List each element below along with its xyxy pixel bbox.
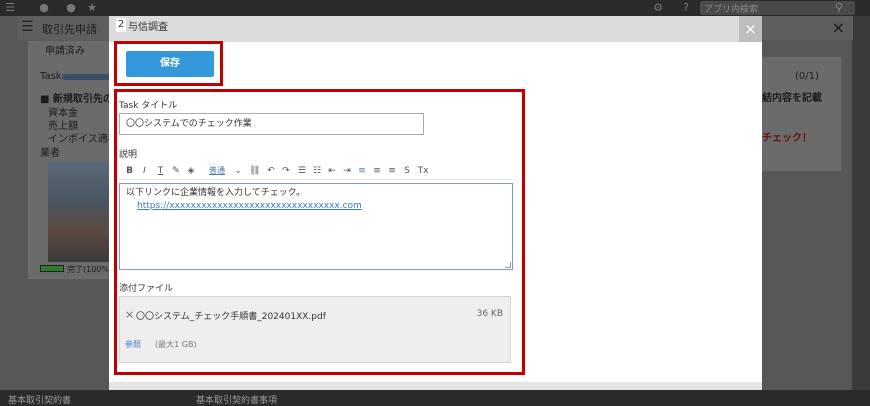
background-panel-title: 取引先申請 [42, 23, 97, 36]
bell-icon: ● [39, 1, 49, 14]
building-photo [48, 162, 110, 262]
right-alert: チェック！ [762, 133, 812, 144]
modal-title: 与信調査 [128, 22, 168, 33]
align-left-icon[interactable]: ≡ [357, 165, 367, 177]
gear-icon: ⚙ [653, 1, 663, 14]
align-right-icon[interactable]: ≡ [387, 165, 397, 177]
hamburger-icon: ☰ [21, 19, 34, 35]
bold-button[interactable]: B [125, 165, 134, 177]
background-footer: 基本取引契約書 基本取引契約書事項 [0, 390, 870, 406]
description-label: 説明 [119, 150, 138, 160]
bulleted-list-icon[interactable]: ☰ [297, 165, 307, 177]
align-center-icon[interactable]: ≡ [372, 165, 382, 177]
resize-handle[interactable] [505, 262, 511, 268]
footer-left-text: 基本取引契約書 [8, 396, 72, 406]
description-editor[interactable]: 以下リンクに企業情報を入力してチェック。 https://xxxxxxxxxxx… [119, 183, 513, 270]
highlight-icon[interactable]: ◈ [186, 165, 196, 177]
description-text: 以下リンクに企業情報を入力してチェック。 [126, 188, 306, 198]
text-color-icon[interactable]: ✎ [171, 165, 181, 177]
text-format-button[interactable]: T [156, 165, 165, 177]
status-tag: 申請済み [45, 46, 85, 57]
clear-format-icon[interactable]: Tx [417, 165, 429, 177]
strikethrough-icon[interactable]: S [402, 165, 412, 177]
footer-right-text: 基本取引契約書事項 [196, 396, 278, 406]
task-title-input[interactable]: 〇〇システムでのチェック作業 [119, 113, 424, 135]
italic-button[interactable]: I [140, 165, 149, 177]
attached-file-name[interactable]: 〇〇システム_チェック手順書_202401XX.pdf [136, 309, 326, 322]
font-size-chevron-down-icon[interactable]: ⌄ [233, 165, 243, 177]
browse-button[interactable]: 参照 [125, 339, 141, 350]
app-topbar: ☰ ● ● ★ ⚙ ? アプリ内検索 ⚲ [0, 0, 870, 16]
background-close-icon: × [831, 18, 845, 37]
editor-toolbar: B I T ✎ ◈ 普通 ⌄ ⛓ ↶ ↷ ☰ ☷ ⇤ ⇥ ≡ ≡ ≡ S Tx [119, 162, 512, 180]
task-edit-modal: 2 与信調査 × 保存 Task タイトル 〇〇システムでのチェック作業 説明 … [109, 16, 762, 390]
right-count: (0/1) [795, 71, 819, 82]
app-search-input: アプリ内検索 [700, 1, 855, 15]
link-icon[interactable]: ⛓ [249, 165, 260, 177]
numbered-list-icon[interactable]: ☷ [312, 165, 322, 177]
star-icon: ★ [87, 1, 97, 14]
search-icon: ⚲ [834, 1, 844, 14]
right-heading: 結内容を記載 [762, 93, 822, 104]
modal-close-button[interactable]: × [739, 16, 762, 42]
modal-header: 2 与信調査 [109, 16, 762, 42]
description-link[interactable]: https://xxxxxxxxxxxxxxxxxxxxxxxxxxxxxxxx… [137, 200, 506, 213]
task-label: Task [40, 71, 62, 82]
save-button[interactable]: 保存 [126, 51, 214, 77]
max-file-size: (最大1 GB) [155, 340, 197, 349]
card-row: 業者 [40, 148, 60, 159]
card-heading: ■ 新規取引先の [40, 94, 113, 105]
remove-file-icon[interactable]: × [125, 308, 134, 321]
completion-label: 完了(100%) [67, 265, 113, 274]
notification-icon: ● [66, 1, 76, 14]
menu-icon: ☰ [5, 1, 15, 14]
attachment-area: × 〇〇システム_チェック手順書_202401XX.pdf 36 KB 参照 (… [119, 296, 511, 363]
modal-bottom-bar [109, 382, 762, 390]
completion-progress [40, 265, 64, 272]
indent-icon[interactable]: ⇥ [342, 165, 352, 177]
outdent-icon[interactable]: ⇤ [327, 165, 337, 177]
card-row: インボイス適格 [48, 134, 118, 145]
undo-icon[interactable]: ↶ [266, 165, 276, 177]
redo-icon[interactable]: ↷ [281, 165, 291, 177]
step-number: 2 [116, 18, 126, 32]
task-title-label: Task タイトル [119, 101, 178, 111]
attached-file-size: 36 KB [476, 309, 503, 319]
help-icon: ? [683, 1, 689, 14]
font-size-select[interactable]: 普通 [206, 165, 228, 177]
attachment-label: 添付ファイル [119, 284, 174, 294]
